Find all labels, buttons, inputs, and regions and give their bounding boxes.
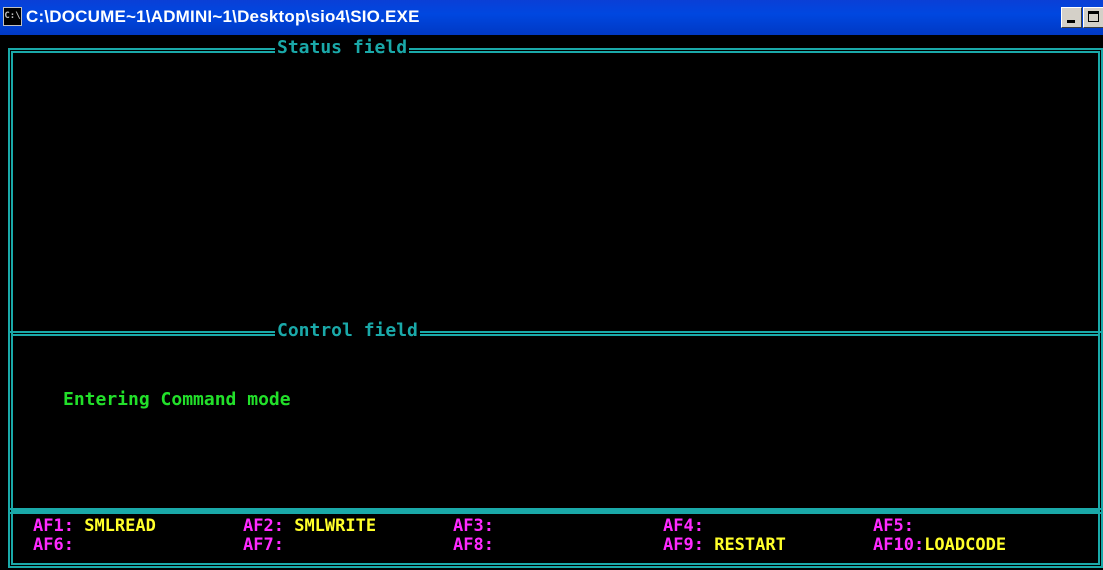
fkey-af3[interactable]: AF3: [453,517,494,535]
fkey-af10[interactable]: AF10:LOADCODE [873,536,1006,554]
status-field-panel [8,48,1103,334]
fkey-af4[interactable]: AF4: [663,517,704,535]
fkey-af9-label: RESTART [714,535,786,555]
fkey-af8-key: AF8: [453,535,494,555]
control-field-title: Control field [275,320,420,341]
fkey-af7[interactable]: AF7: [243,536,284,554]
status-field-title: Status field [275,37,410,58]
fkey-af1-label: SMLREAD [84,516,156,536]
fkey-af9[interactable]: AF9: RESTART [663,536,786,554]
fkey-af10-key: AF10: [873,535,925,555]
fkey-af4-key: AF4: [663,516,704,536]
fkey-af1[interactable]: AF1: SMLREAD [33,517,156,535]
minimize-icon [1067,20,1075,23]
title-bar: C:\ C:\DOCUME~1\ADMINI~1\Desktop\sio4\SI… [0,0,1103,35]
control-message: Entering Command mode [63,389,291,410]
fkey-af5-key: AF5: [873,516,914,536]
control-field-panel [8,331,1103,514]
fkey-af5[interactable]: AF5: [873,517,914,535]
fkey-af10-label: LOADCODE [924,535,1007,555]
maximize-button[interactable] [1083,7,1103,28]
fkey-af7-key: AF7: [243,535,284,555]
console-screen[interactable]: Status field Control field Entering Comm… [0,35,1103,570]
fkey-af2-label: SMLWRITE [294,516,377,536]
fkey-af3-key: AF3: [453,516,494,536]
fkey-af1-key: AF1: [33,516,74,536]
fkey-af6[interactable]: AF6: [33,536,74,554]
maximize-icon [1088,11,1099,22]
minimize-button[interactable] [1061,7,1082,28]
console-app-icon[interactable]: C:\ [3,7,22,26]
fkey-af8[interactable]: AF8: [453,536,494,554]
fkey-af2[interactable]: AF2: SMLWRITE [243,517,376,535]
fkey-af6-key: AF6: [33,535,74,555]
fkey-af2-key: AF2: [243,516,284,536]
window-title: C:\DOCUME~1\ADMINI~1\Desktop\sio4\SIO.EX… [26,7,420,26]
fkey-af9-key: AF9: [663,535,704,555]
